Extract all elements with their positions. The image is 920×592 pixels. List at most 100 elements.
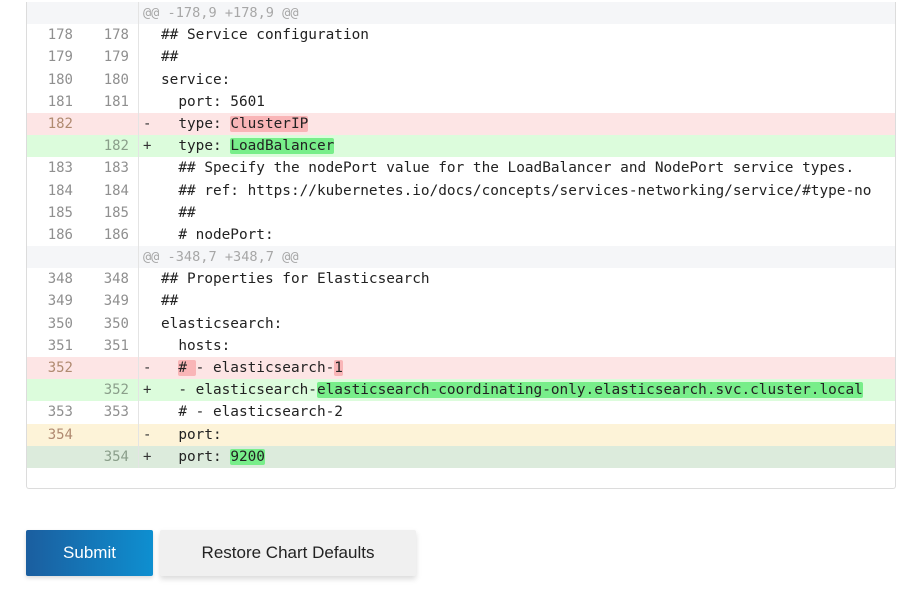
changed-text-highlight: 9200 xyxy=(230,448,265,465)
new-line-number: 351 xyxy=(103,337,129,354)
changed-text-highlight: 1 xyxy=(334,360,343,376)
code-text: # - elasticsearch-1 xyxy=(161,357,343,379)
old-line-number: 186 xyxy=(47,226,73,243)
gutter-divider xyxy=(138,423,139,446)
diff-line: 186 186 # nodePort: xyxy=(27,223,895,247)
diff-line: 184 184 ## ref: https://kubernetes.io/doc… xyxy=(27,179,895,202)
new-line-number: 352 xyxy=(103,382,129,399)
new-line-number: 354 xyxy=(103,448,129,465)
code-text: ## Service configuration xyxy=(161,24,369,46)
new-line-number: 185 xyxy=(103,204,129,221)
code-text: ## xyxy=(161,46,178,68)
new-line-number: 353 xyxy=(103,404,129,421)
code-segment: type: xyxy=(161,115,231,132)
old-line-number: 180 xyxy=(47,71,73,88)
changed-text-highlight: ClusterIP xyxy=(230,115,309,132)
code-text: ## Specify the nodePort value for the Lo… xyxy=(161,157,854,179)
new-line-number: 178 xyxy=(103,27,129,44)
gutter-divider xyxy=(138,334,139,357)
new-line-number: 186 xyxy=(103,226,129,243)
code-text: port: 9200 xyxy=(161,446,265,468)
code-text: hosts: xyxy=(161,335,230,357)
new-line-number: 181 xyxy=(103,93,129,110)
diff-marker: - xyxy=(143,115,152,132)
old-line-number: 182 xyxy=(47,115,73,132)
diff-hunk-header: @@ -348,7 +348,7 @@ xyxy=(27,246,895,269)
gutter-divider xyxy=(138,157,139,180)
diff-line: 181 181 port: 5601 xyxy=(27,90,895,113)
old-line-number: 354 xyxy=(47,426,73,443)
old-line-number: 185 xyxy=(47,204,73,221)
gutter-divider xyxy=(138,445,139,468)
code-segment: ## xyxy=(161,204,196,221)
gutter-divider xyxy=(138,401,139,424)
diff-line: 179 179 ## xyxy=(27,46,895,69)
gutter-divider xyxy=(138,223,139,247)
code-text: elasticsearch: xyxy=(161,313,282,335)
code-text: - elasticsearch-elasticsearch-coordinati… xyxy=(161,379,863,401)
code-segment: ## xyxy=(161,49,179,66)
code-text: ## xyxy=(161,202,196,224)
code-segment: port: xyxy=(161,448,231,465)
gutter-divider xyxy=(138,24,139,47)
old-line-number: 350 xyxy=(47,315,73,332)
changed-text-highlight: # xyxy=(178,360,196,376)
code-segment: @@ -178,9 +178,9 @@ xyxy=(143,5,299,21)
gutter-divider xyxy=(138,290,139,313)
gutter-divider xyxy=(138,112,139,136)
gutter-divider xyxy=(138,90,139,113)
code-segment: ## xyxy=(161,293,179,310)
diff-line: 353 353 # - elasticsearch-2 xyxy=(27,401,895,424)
new-line-number: 348 xyxy=(103,271,129,288)
new-line-number: 182 xyxy=(103,138,129,155)
code-text: type: LoadBalancer xyxy=(161,135,335,157)
code-text: type: ClusterIP xyxy=(161,113,309,135)
diff-line: 182 + type: LoadBalancer xyxy=(27,135,895,158)
code-segment: port: 5601 xyxy=(161,93,265,110)
new-line-number xyxy=(83,113,129,135)
diff-marker: - xyxy=(143,360,152,376)
new-line-number: 349 xyxy=(103,293,129,310)
code-segment: @@ -348,7 +348,7 @@ xyxy=(143,249,299,266)
diff-marker: + xyxy=(143,448,152,465)
diff-line: 183 183 ## Specify the nodePort value for… xyxy=(27,157,895,180)
code-segment: # - elasticsearch-2 xyxy=(161,404,343,421)
changed-text-highlight: LoadBalancer xyxy=(230,138,335,155)
submit-button[interactable]: Submit xyxy=(26,530,153,576)
gutter-divider xyxy=(138,379,139,402)
code-text: ## xyxy=(161,290,178,312)
gutter-divider xyxy=(138,246,139,269)
old-line-number: 184 xyxy=(47,182,73,199)
diff-viewer: @@ -178,9 +178,9 @@ 178 178 ## Service conf… xyxy=(26,2,896,489)
old-line-number: 183 xyxy=(47,160,73,177)
new-line-number: 183 xyxy=(103,160,129,177)
diff-line: 349 349 ## xyxy=(27,290,895,313)
restore-chart-defaults-button[interactable]: Restore Chart Defaults xyxy=(160,530,416,576)
code-segment: - elasticsearch- xyxy=(161,382,317,399)
changed-text-highlight: elasticsearch-coordinating-only.elastics… xyxy=(316,382,863,399)
diff-marker: + xyxy=(143,382,152,399)
old-line-number xyxy=(27,446,73,468)
diff-line: 350 350 elasticsearch: xyxy=(27,312,895,335)
diff-line: 352 + - elasticsearch-elasticsearch-coord… xyxy=(27,379,895,402)
gutter-divider xyxy=(138,312,139,335)
code-segment: ## ref: https://kubernetes.io/docs/conce… xyxy=(161,182,872,199)
code-segment: service: xyxy=(161,71,231,88)
code-text: @@ -348,7 +348,7 @@ xyxy=(143,246,299,268)
gutter-divider xyxy=(138,268,139,291)
old-line-number: 351 xyxy=(47,337,73,354)
code-segment: ## Service configuration xyxy=(161,27,369,44)
new-line-number: 180 xyxy=(103,71,129,88)
code-text: @@ -178,9 +178,9 @@ xyxy=(143,2,299,24)
diff-line: 185 185 ## xyxy=(27,201,895,224)
diff-rows: @@ -178,9 +178,9 @@ 178 178 ## Service conf… xyxy=(27,2,895,468)
diff-hunk-header: @@ -178,9 +178,9 @@ xyxy=(27,2,895,25)
diff-marker: - xyxy=(143,426,152,443)
new-line-number: 179 xyxy=(103,49,129,66)
code-text: # nodePort: xyxy=(161,224,273,246)
diff-line: 180 180 service: xyxy=(27,68,895,91)
diff-line: 354 + port: 9200 xyxy=(27,445,895,468)
gutter-divider xyxy=(138,2,139,25)
code-text: port: 5601 xyxy=(161,91,265,113)
